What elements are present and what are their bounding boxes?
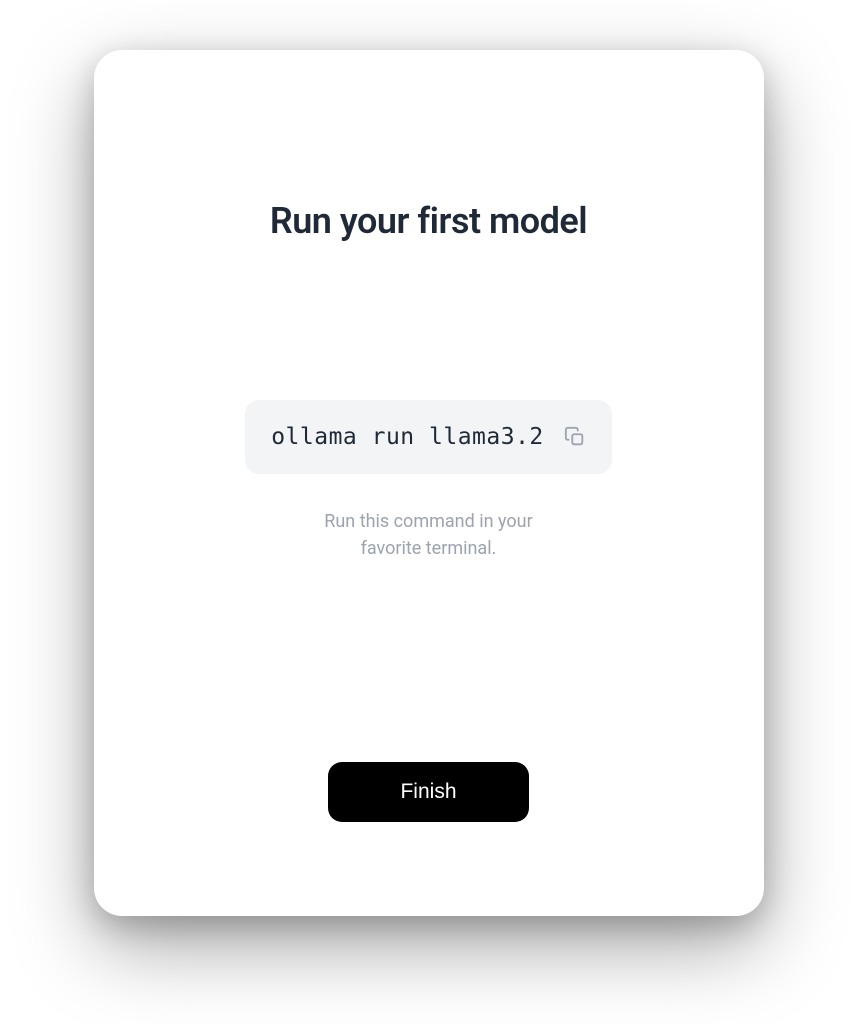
command-text: ollama run llama3.2 bbox=[271, 424, 544, 450]
finish-button[interactable]: Finish bbox=[328, 762, 528, 822]
helper-line-2: favorite terminal. bbox=[324, 535, 532, 562]
copy-icon[interactable] bbox=[564, 426, 586, 448]
onboarding-modal: Run your first model ollama run llama3.2… bbox=[94, 50, 764, 916]
page-title: Run your first model bbox=[270, 200, 587, 242]
helper-line-1: Run this command in your bbox=[324, 508, 532, 535]
helper-text: Run this command in your favorite termin… bbox=[324, 508, 532, 562]
command-box: ollama run llama3.2 bbox=[245, 400, 612, 474]
